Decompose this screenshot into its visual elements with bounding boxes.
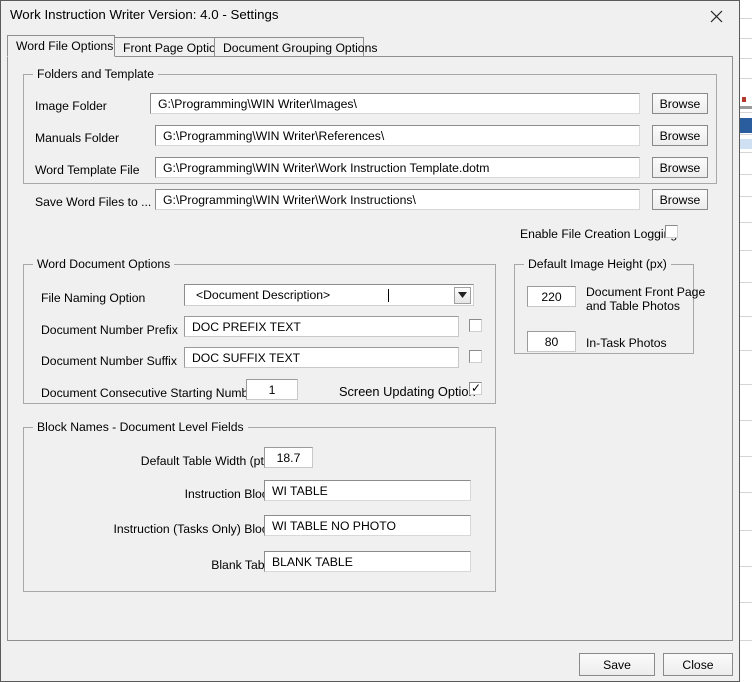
check-icon: ✓ (471, 381, 482, 395)
save-word-files-to-input[interactable]: G:\Programming\WIN Writer\Work Instructi… (155, 189, 640, 210)
settings-dialog-window: Work Instruction Writer Version: 4.0 - S… (0, 0, 740, 682)
group-title: Folders and Template (33, 67, 158, 81)
word-template-file-label: Word Template File (35, 163, 140, 177)
document-consecutive-starting-number-label: Document Consecutive Starting Number (41, 386, 260, 400)
tab-panel-word-file-options: Folders and Template Image Folder G:\Pro… (7, 56, 733, 641)
word-document-options-group: Word Document Options File Naming Option… (23, 257, 496, 404)
document-number-prefix-label: Document Number Prefix (41, 323, 178, 337)
save-word-files-to-label: Save Word Files to ... (35, 195, 152, 209)
document-number-suffix-input[interactable]: DOC SUFFIX TEXT (184, 347, 459, 368)
blank-table-input[interactable]: BLANK TABLE (264, 551, 471, 572)
screen-updating-option-checkbox[interactable]: ✓ (469, 382, 482, 395)
manuals-folder-input[interactable]: G:\Programming\WIN Writer\References\ (155, 125, 640, 146)
document-number-prefix-input[interactable]: DOC PREFIX TEXT (184, 316, 459, 337)
in-task-image-height-label: In-Task Photos (586, 336, 667, 350)
title-bar: Work Instruction Writer Version: 4.0 - S… (1, 1, 739, 32)
default-table-width-input[interactable]: 18.7 (264, 447, 313, 468)
background-window-sliver (740, 0, 752, 682)
front-page-image-height-label-line2: and Table Photos (586, 299, 680, 313)
document-number-suffix-checkbox[interactable] (469, 350, 482, 363)
tab-front-page-options[interactable]: Front Page Options (114, 37, 229, 57)
save-word-files-to-browse-button[interactable]: Browse (652, 189, 708, 210)
front-page-image-height-input[interactable]: 220 (527, 286, 576, 307)
manuals-folder-label: Manuals Folder (35, 131, 119, 145)
group-title: Default Image Height (px) (524, 257, 671, 271)
file-naming-option-value: <Document Description> (196, 288, 331, 302)
image-folder-input[interactable]: G:\Programming\WIN Writer\Images\ (150, 93, 640, 114)
close-window-button[interactable] (694, 1, 739, 31)
enable-file-creation-logging-label: Enable File Creation Logging (520, 227, 678, 241)
enable-file-creation-logging-checkbox[interactable] (665, 225, 678, 238)
application-root: Work Instruction Writer Version: 4.0 - S… (0, 0, 752, 682)
screen-updating-option-label: Screen Updating Option (339, 384, 476, 399)
tab-document-grouping-options[interactable]: Document Grouping Options (214, 37, 377, 57)
folders-and-template-group: Folders and Template Image Folder G:\Pro… (23, 67, 717, 241)
default-image-height-group: Default Image Height (px) 220 Document F… (514, 257, 705, 354)
chevron-down-icon[interactable] (454, 286, 471, 304)
document-consecutive-starting-number-input[interactable]: 1 (246, 379, 298, 400)
block-names-group: Block Names - Document Level Fields Defa… (23, 420, 496, 592)
tab-word-file-options[interactable]: Word File Options (7, 35, 115, 57)
window-title: Work Instruction Writer Version: 4.0 - S… (10, 7, 279, 22)
image-folder-browse-button[interactable]: Browse (652, 93, 708, 114)
document-number-prefix-checkbox[interactable] (469, 319, 482, 332)
instruction-tasks-only-block-input[interactable]: WI TABLE NO PHOTO (264, 515, 471, 536)
instruction-tasks-only-block-label: Instruction (Tasks Only) Block (113, 522, 274, 536)
file-naming-option-combobox[interactable]: <Document Description> (184, 284, 474, 306)
group-title: Word Document Options (33, 257, 175, 271)
default-table-width-label: Default Table Width (pts) (140, 454, 274, 468)
word-template-file-browse-button[interactable]: Browse (652, 157, 708, 178)
save-button[interactable]: Save (579, 653, 655, 676)
image-folder-label: Image Folder (35, 99, 107, 113)
instruction-block-label: Instruction Block (184, 487, 274, 501)
tab-label: Front Page Options (123, 40, 229, 55)
close-icon (710, 10, 723, 22)
instruction-block-input[interactable]: WI TABLE (264, 480, 471, 501)
tab-label: Document Grouping Options (223, 40, 378, 55)
tab-label: Word File Options (16, 39, 114, 53)
tab-strip: Word File Options Front Page Options Doc… (7, 35, 733, 57)
front-page-image-height-label-line1: Document Front Page (586, 285, 706, 299)
document-number-suffix-label: Document Number Suffix (41, 354, 177, 368)
manuals-folder-browse-button[interactable]: Browse (652, 125, 708, 146)
group-title: Block Names - Document Level Fields (33, 420, 248, 434)
text-caret (388, 288, 389, 302)
in-task-image-height-input[interactable]: 80 (527, 331, 576, 352)
close-button[interactable]: Close (663, 653, 733, 676)
file-naming-option-label: File Naming Option (41, 291, 146, 305)
word-template-file-input[interactable]: G:\Programming\WIN Writer\Work Instructi… (155, 157, 640, 178)
blank-table-label: Blank Table (211, 558, 274, 572)
